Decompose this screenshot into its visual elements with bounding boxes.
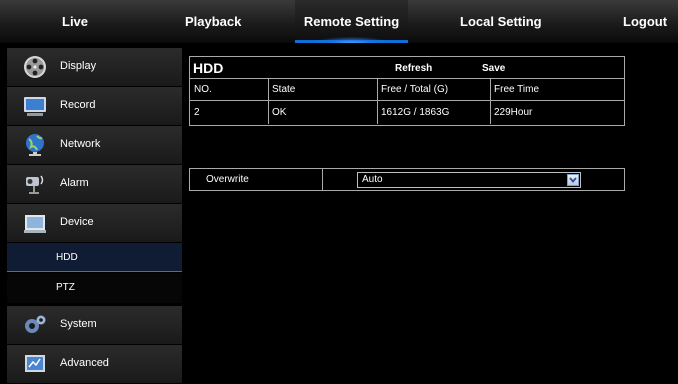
sidebar-item-advanced[interactable]: Advanced xyxy=(7,345,182,384)
hdd-table: HDD Refresh Save NO. State Free / Total … xyxy=(189,56,625,126)
save-button[interactable]: Save xyxy=(482,63,505,74)
cell-state: OK xyxy=(272,107,287,118)
sidebar-item-label: Network xyxy=(60,138,101,150)
column-header-no: NO. xyxy=(194,84,212,95)
sidebar-item-label: Alarm xyxy=(60,177,89,189)
tab-playback[interactable]: Playback xyxy=(185,0,241,43)
column-header-free-total: Free / Total (G) xyxy=(381,84,449,95)
overwrite-select[interactable]: Auto xyxy=(357,172,581,188)
camera-alarm-icon xyxy=(26,175,44,194)
gears-icon xyxy=(25,315,46,333)
hdd-table-column-headers: NO. State Free / Total (G) Free Time xyxy=(190,79,624,101)
column-header-free-time: Free Time xyxy=(494,84,540,95)
sidebar-item-system[interactable]: System xyxy=(7,306,182,345)
film-reel-icon xyxy=(24,56,46,78)
sidebar-item-label: Record xyxy=(60,99,96,111)
top-nav-bar: Live Playback Remote Setting Local Setti… xyxy=(0,0,678,43)
sidebar: Display Record Network Alarm Device HDD xyxy=(7,48,182,384)
sidebar-item-alarm[interactable]: Alarm xyxy=(7,165,182,204)
chevron-down-icon[interactable] xyxy=(567,174,579,186)
column-header-state: State xyxy=(272,84,296,95)
hdd-title: HDD xyxy=(193,60,224,76)
tab-remote-setting[interactable]: Remote Setting xyxy=(295,0,408,43)
table-row[interactable]: 2 OK 1612G / 1863G 229Hour xyxy=(190,101,624,124)
advanced-icon xyxy=(25,355,45,372)
cell-free-total: 1612G / 1863G xyxy=(381,107,450,118)
sidebar-subitem-hdd[interactable]: HDD xyxy=(7,243,182,272)
sidebar-item-label: Advanced xyxy=(60,357,109,369)
hdd-table-header-bar: HDD Refresh Save xyxy=(190,57,624,79)
refresh-button[interactable]: Refresh xyxy=(395,63,432,74)
sidebar-item-display[interactable]: Display xyxy=(7,48,182,87)
sidebar-item-label: Device xyxy=(60,216,94,228)
cell-free-time: 229Hour xyxy=(494,107,533,118)
sidebar-subitem-label: PTZ xyxy=(56,282,75,293)
sidebar-subitem-label: HDD xyxy=(56,252,78,263)
tab-logout[interactable]: Logout xyxy=(623,0,667,43)
sidebar-subitem-ptz[interactable]: PTZ xyxy=(7,273,182,303)
tab-live[interactable]: Live xyxy=(62,0,88,43)
row-divider xyxy=(322,169,323,190)
globe-icon xyxy=(26,134,44,156)
sidebar-item-record[interactable]: Record xyxy=(7,87,182,126)
sidebar-item-label: System xyxy=(60,318,97,330)
sidebar-item-label: Display xyxy=(60,60,97,72)
monitor-record-icon xyxy=(24,97,46,116)
cell-no: 2 xyxy=(194,107,200,118)
sidebar-item-network[interactable]: Network xyxy=(7,126,182,165)
overwrite-label: Overwrite xyxy=(206,174,249,185)
tab-local-setting[interactable]: Local Setting xyxy=(460,0,542,43)
device-icon xyxy=(24,215,46,233)
overwrite-select-value: Auto xyxy=(362,174,383,185)
sidebar-item-device[interactable]: Device xyxy=(7,204,182,243)
